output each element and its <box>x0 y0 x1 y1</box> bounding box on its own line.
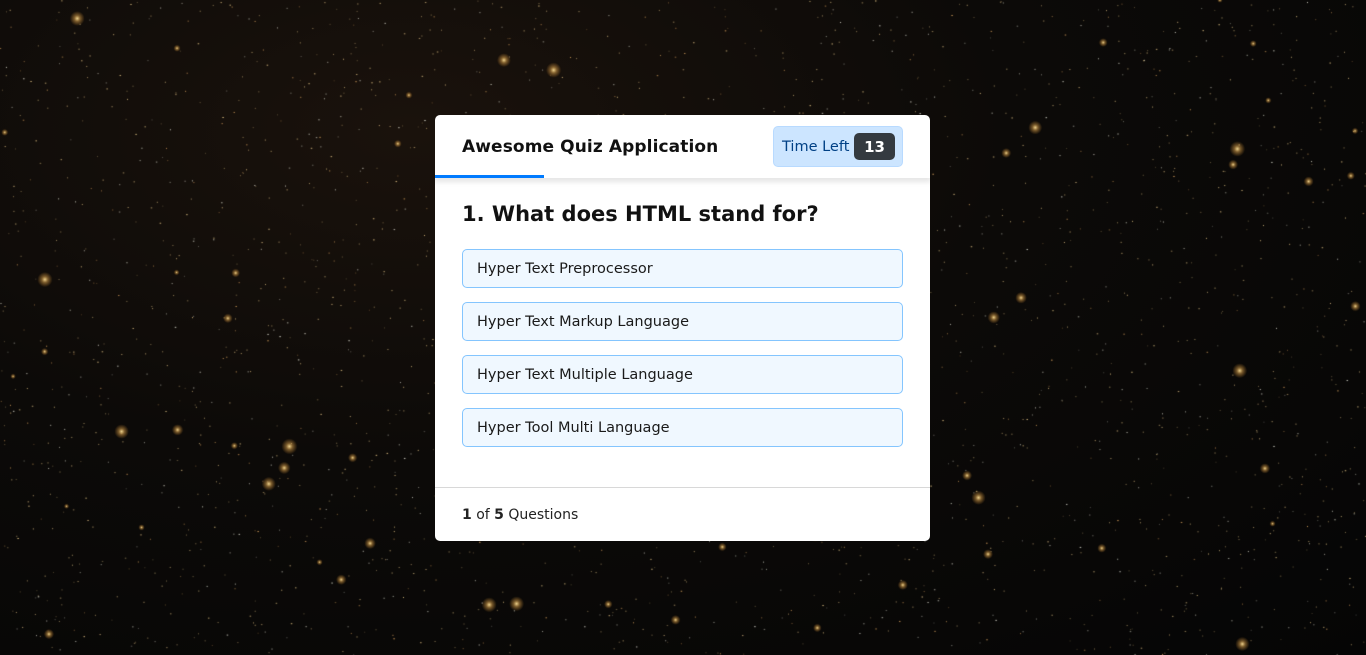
option-3[interactable]: Hyper Text Multiple Language <box>462 355 903 394</box>
quiz-footer: 1 of 5 Questions <box>435 487 930 541</box>
option-2[interactable]: Hyper Text Markup Language <box>462 302 903 341</box>
counter-questions-label: Questions <box>508 506 579 523</box>
timer-seconds: 13 <box>854 133 895 160</box>
timer-label: Time Left <box>782 138 850 155</box>
total-question-number: 5 <box>494 506 504 523</box>
question-counter: 1 of 5 Questions <box>462 507 578 523</box>
quiz-header: Awesome Quiz Application Time Left 13 <box>435 115 930 178</box>
current-question-number: 1 <box>462 506 472 523</box>
question-text: 1. What does HTML stand for? <box>462 202 819 226</box>
option-list: Hyper Text Preprocessor Hyper Text Marku… <box>462 249 903 461</box>
quiz-box: Awesome Quiz Application Time Left 13 1.… <box>435 115 930 541</box>
option-label: Hyper Text Markup Language <box>477 313 689 330</box>
option-label: Hyper Text Preprocessor <box>477 260 653 277</box>
option-1[interactable]: Hyper Text Preprocessor <box>462 249 903 288</box>
option-4[interactable]: Hyper Tool Multi Language <box>462 408 903 447</box>
quiz-title: Awesome Quiz Application <box>462 136 719 157</box>
option-label: Hyper Tool Multi Language <box>477 419 670 436</box>
timer: Time Left 13 <box>773 126 903 167</box>
time-progress-line <box>435 175 544 178</box>
option-label: Hyper Text Multiple Language <box>477 366 693 383</box>
counter-of-label: of <box>476 506 490 523</box>
question-section: 1. What does HTML stand for? Hyper Text … <box>435 178 930 461</box>
